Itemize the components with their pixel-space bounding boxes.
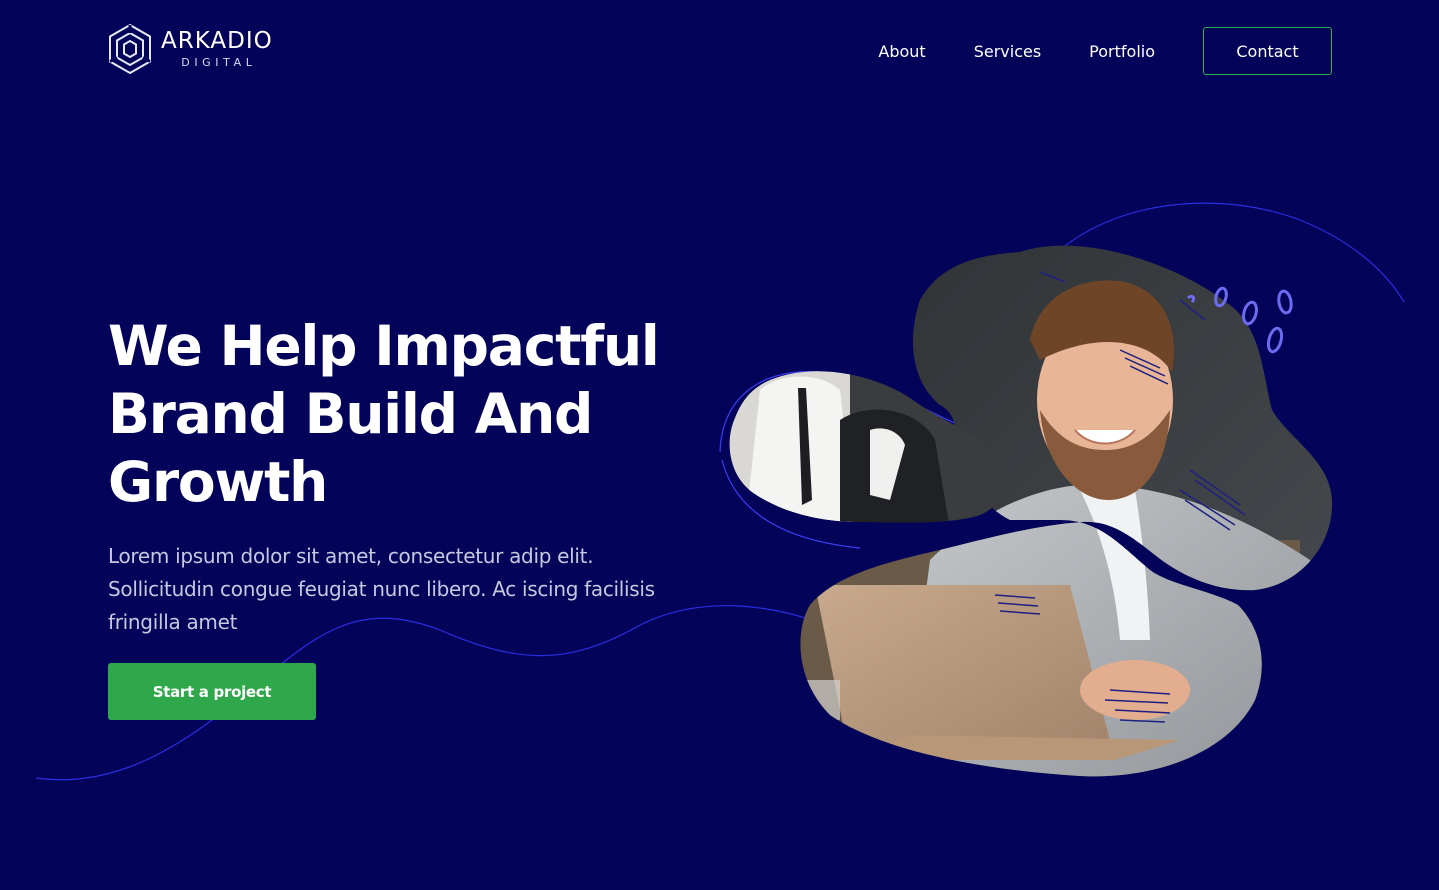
- hero-image-collage: [719, 245, 1333, 777]
- landing-page: ARKADIO DIGITAL About Services Portfolio…: [0, 0, 1439, 890]
